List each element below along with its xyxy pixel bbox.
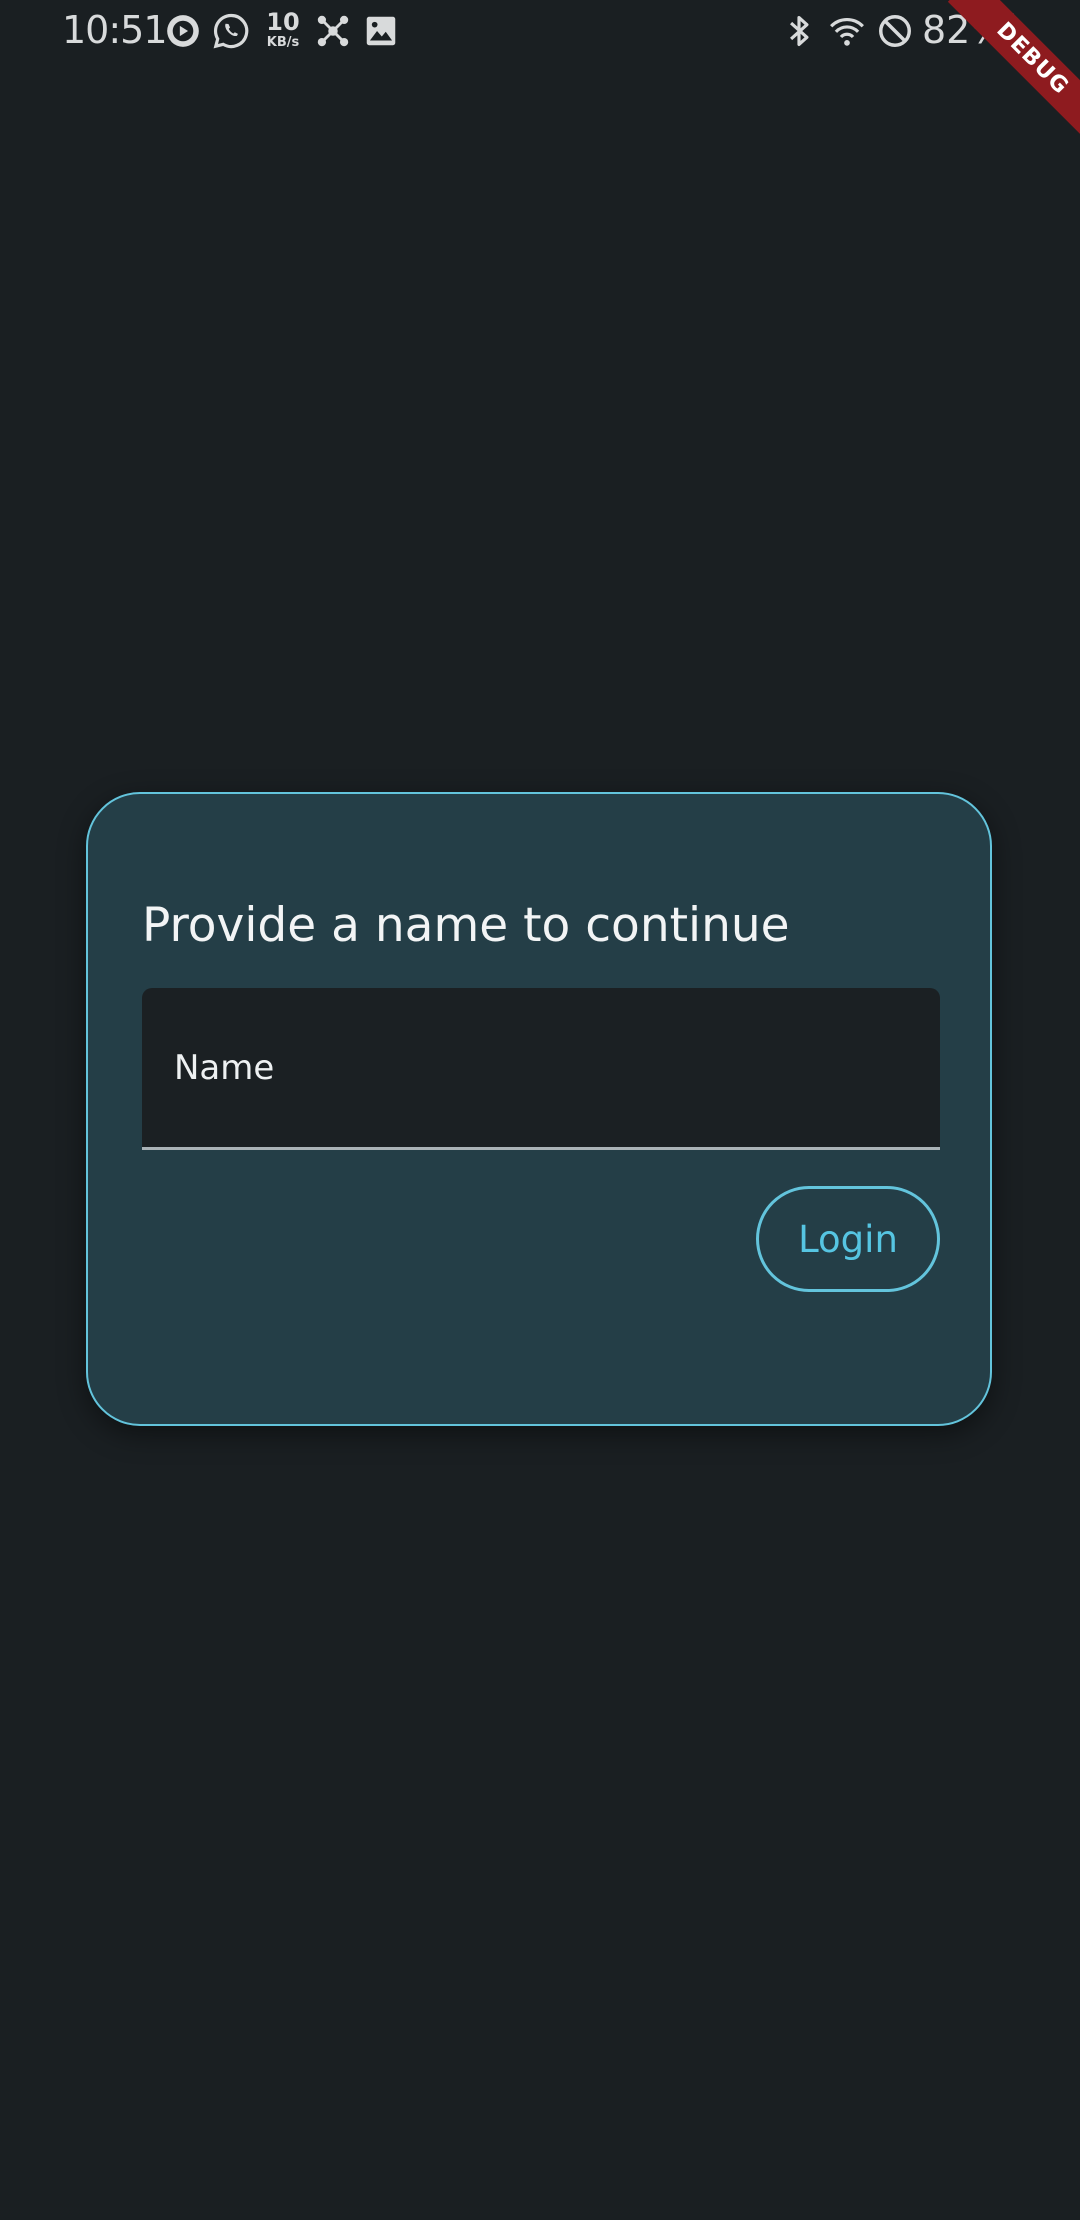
name-field[interactable]	[142, 988, 940, 1150]
card-title: Provide a name to continue	[142, 898, 790, 953]
login-card: Provide a name to continue Login	[86, 792, 992, 1426]
image-icon	[366, 16, 396, 46]
app-screen: 10:51 10 KB/s 82% DEBUG Provide a name t…	[0, 0, 1080, 2220]
login-button[interactable]: Login	[756, 1186, 940, 1292]
whatsapp-icon	[213, 13, 249, 49]
name-input[interactable]	[142, 988, 940, 1147]
hub-icon	[317, 15, 349, 47]
network-speed-unit: KB/s	[266, 35, 300, 50]
status-time: 10:51	[62, 8, 168, 52]
wifi-icon	[830, 18, 864, 46]
network-speed-indicator: 10 KB/s	[262, 10, 304, 49]
play-circle-icon	[167, 15, 199, 47]
status-bar: 10:51 10 KB/s 82%	[0, 0, 1080, 64]
bluetooth-icon	[790, 15, 809, 47]
do-not-disturb-icon	[879, 15, 911, 47]
network-speed-value: 10	[266, 8, 300, 36]
